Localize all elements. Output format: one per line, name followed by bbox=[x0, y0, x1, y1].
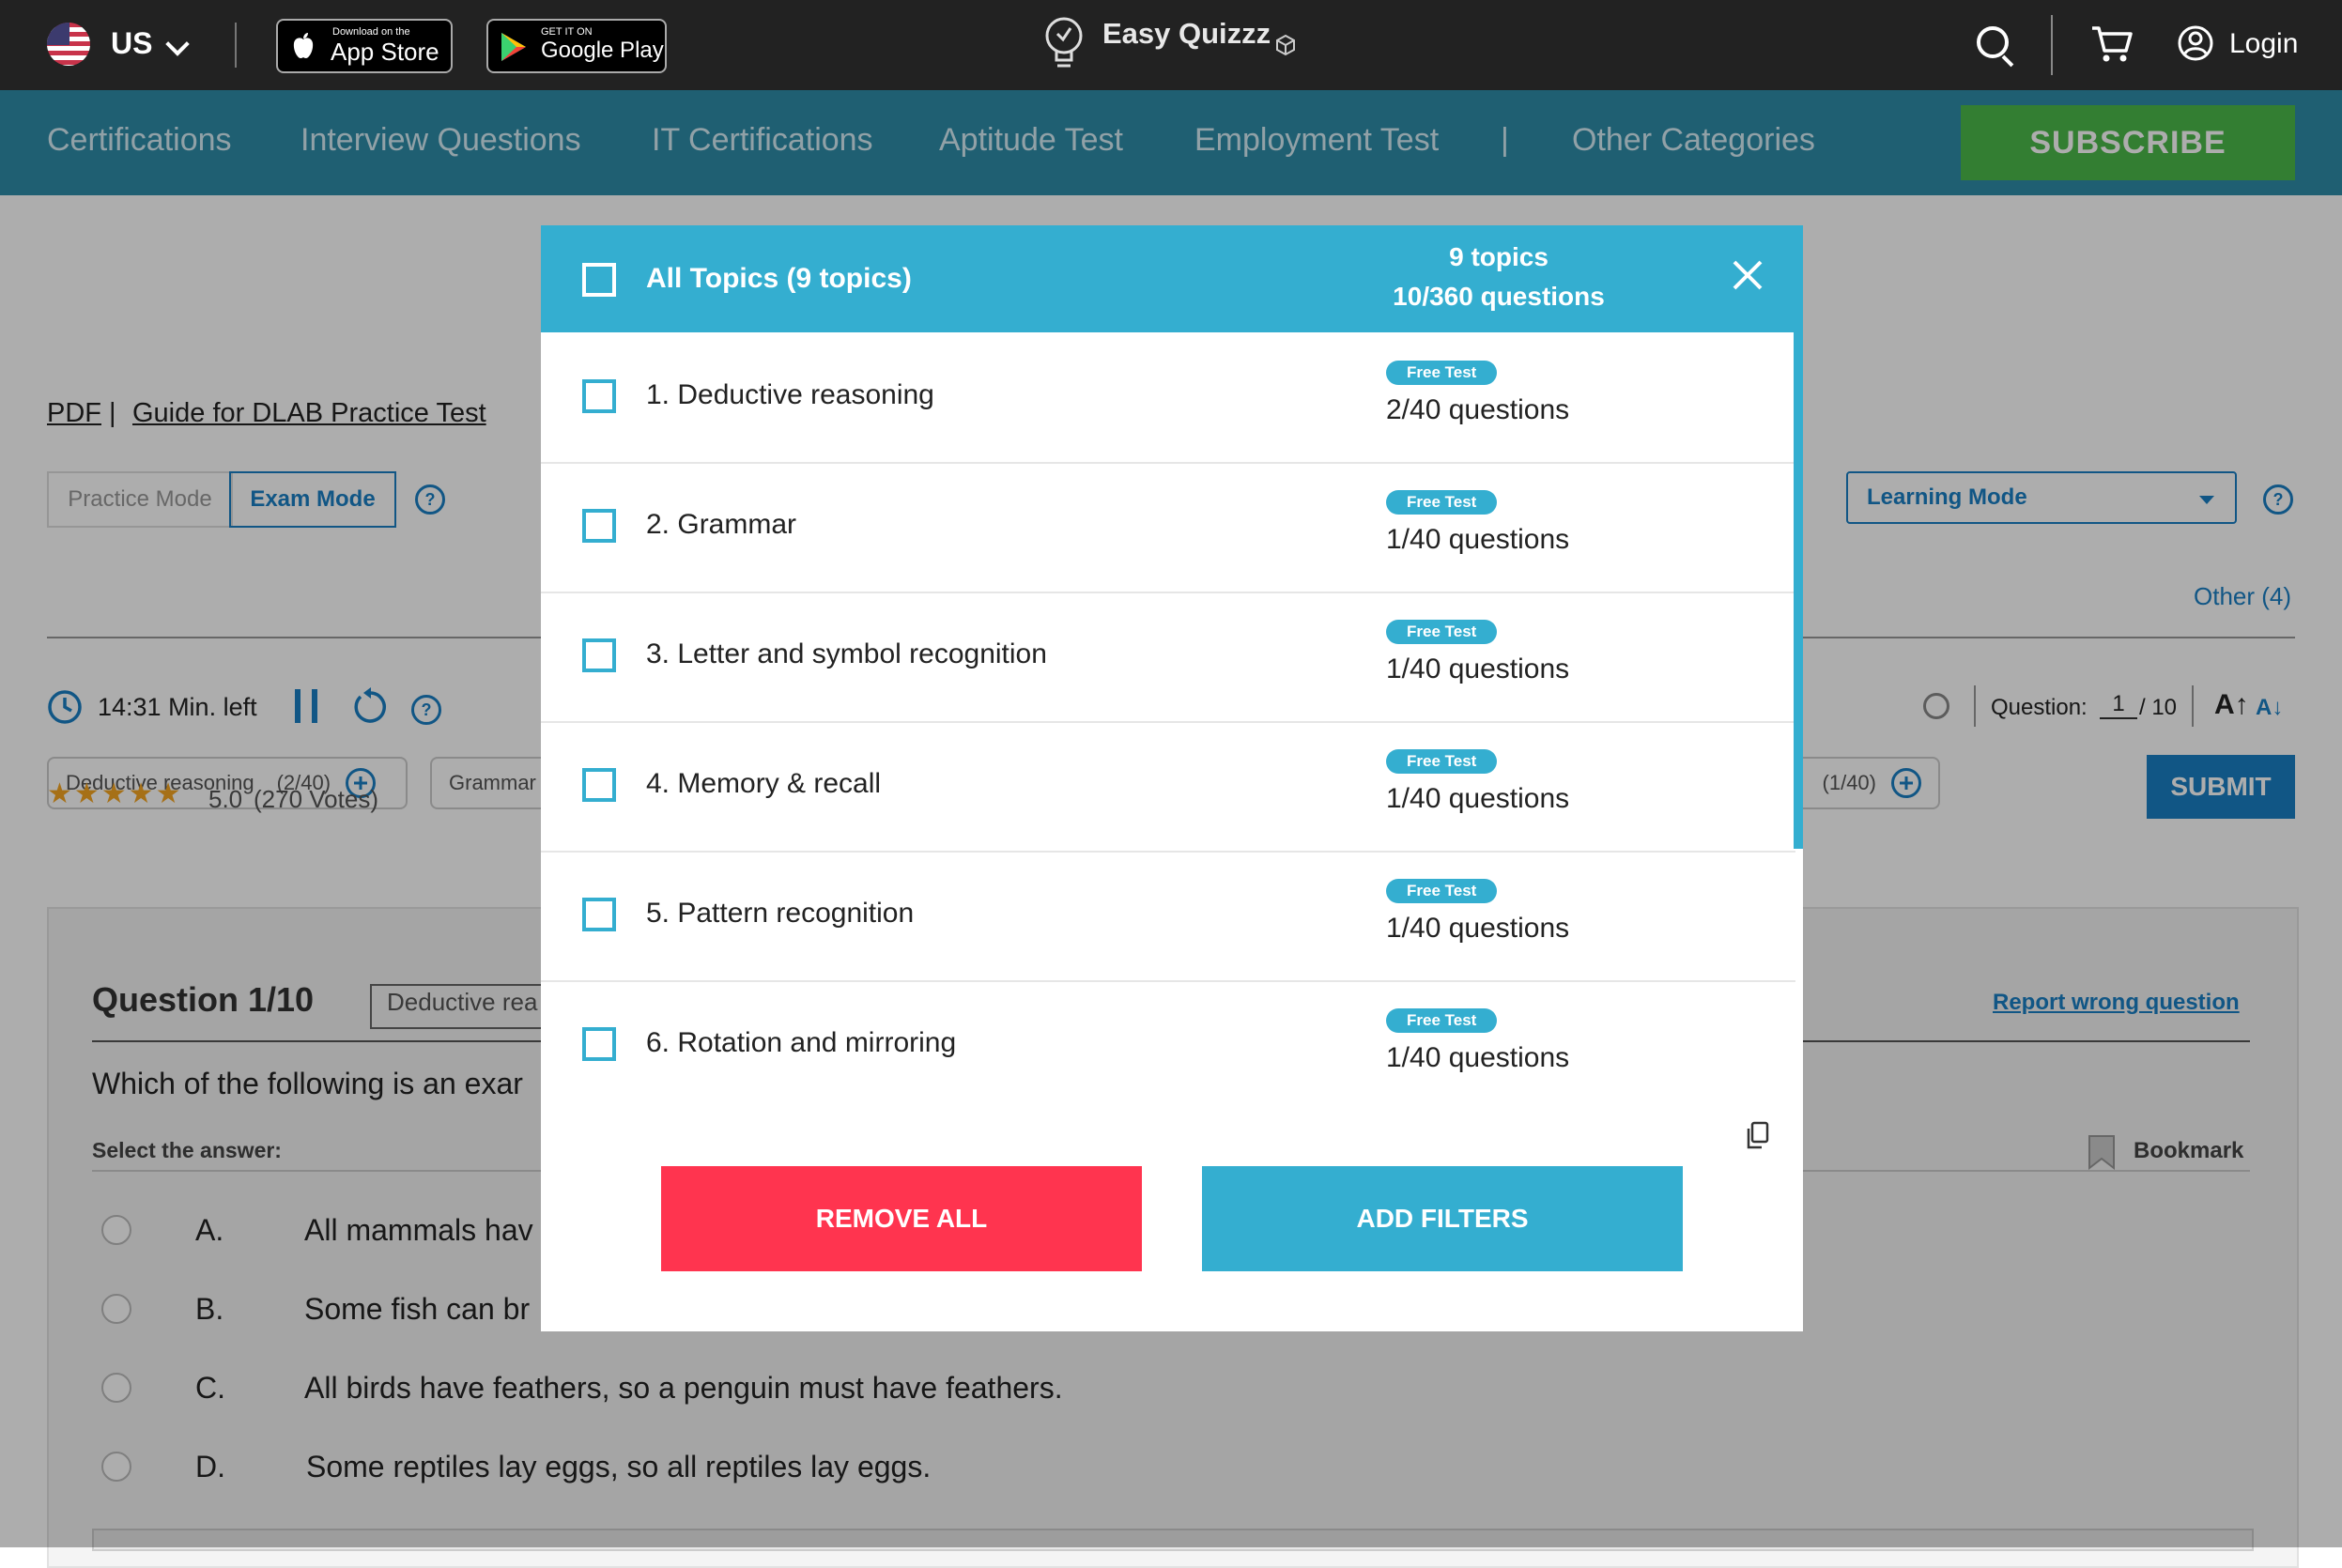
apple-icon bbox=[293, 33, 314, 58]
topic-label: 1. Deductive reasoning bbox=[646, 379, 934, 410]
google-play-label: Google Play bbox=[541, 38, 664, 63]
topic-checkbox[interactable] bbox=[582, 768, 616, 802]
topic-label: 6. Rotation and mirroring bbox=[646, 1027, 957, 1058]
free-test-badge: Free Test bbox=[1386, 490, 1498, 515]
close-icon[interactable] bbox=[1732, 259, 1764, 291]
free-test-badge: Free Test bbox=[1386, 361, 1498, 385]
free-test-badge: Free Test bbox=[1386, 879, 1498, 903]
topic-label: 5. Pattern recognition bbox=[646, 898, 915, 929]
login-link[interactable]: Login bbox=[2229, 28, 2298, 60]
topic-label: 3. Letter and symbol recognition bbox=[646, 638, 1047, 669]
topics-count: 9 topics bbox=[1449, 242, 1548, 271]
app-store-small-text: Download on the bbox=[332, 26, 410, 38]
topic-label: 4. Memory & recall bbox=[646, 768, 882, 799]
topic-questions: 1/40 questions bbox=[1386, 1042, 1570, 1073]
free-test-badge: Free Test bbox=[1386, 1008, 1498, 1033]
topic-questions: 1/40 questions bbox=[1386, 524, 1570, 555]
chevron-down-icon[interactable] bbox=[165, 32, 190, 56]
topic-questions: 1/40 questions bbox=[1386, 783, 1570, 814]
modal-header: All Topics (9 topics) 9 topics 10/360 qu… bbox=[541, 225, 1803, 332]
topics-filter-modal: All Topics (9 topics) 9 topics 10/360 qu… bbox=[541, 225, 1803, 1331]
app-store-badge[interactable]: Download on the App Store bbox=[276, 19, 453, 73]
us-flag-icon[interactable] bbox=[47, 23, 90, 66]
user-icon[interactable] bbox=[2177, 24, 2214, 62]
free-test-badge: Free Test bbox=[1386, 620, 1498, 644]
app-store-label: App Store bbox=[331, 38, 439, 66]
questions-count: 10/360 questions bbox=[1393, 282, 1605, 311]
lightbulb-logo-icon bbox=[1045, 17, 1083, 68]
topic-label: 2. Grammar bbox=[646, 509, 797, 540]
topic-row[interactable]: 2. Grammar Free Test 1/40 questions bbox=[541, 462, 1795, 593]
cart-icon[interactable] bbox=[2090, 24, 2134, 64]
topic-checkbox[interactable] bbox=[582, 1027, 616, 1061]
topic-row[interactable]: 1. Deductive reasoning Free Test 2/40 qu… bbox=[541, 332, 1795, 464]
modal-scrollbar[interactable] bbox=[1794, 332, 1803, 849]
search-icon[interactable] bbox=[1977, 26, 2009, 58]
free-test-badge: Free Test bbox=[1386, 749, 1498, 774]
all-topics-label: All Topics (9 topics) bbox=[646, 263, 912, 294]
add-filters-button[interactable]: ADD FILTERS bbox=[1202, 1166, 1683, 1271]
remove-all-button[interactable]: REMOVE ALL bbox=[661, 1166, 1142, 1271]
topic-checkbox[interactable] bbox=[582, 638, 616, 672]
top-bar: US Download on the App Store GET IT ON G… bbox=[0, 0, 2342, 90]
country-selector[interactable]: US bbox=[111, 26, 152, 61]
topic-row[interactable]: 4. Memory & recall Free Test 1/40 questi… bbox=[541, 721, 1795, 853]
topic-questions: 1/40 questions bbox=[1386, 653, 1570, 684]
google-play-badge[interactable]: GET IT ON Google Play bbox=[486, 19, 667, 73]
topic-questions: 2/40 questions bbox=[1386, 394, 1570, 425]
select-all-checkbox[interactable] bbox=[582, 263, 616, 297]
topic-checkbox[interactable] bbox=[582, 898, 616, 931]
brand-name[interactable]: Easy Quizzz bbox=[1102, 17, 1271, 51]
google-play-icon bbox=[501, 33, 526, 61]
copy-icon[interactable] bbox=[1745, 1121, 1771, 1151]
divider bbox=[2051, 15, 2053, 75]
google-play-small-text: GET IT ON bbox=[541, 26, 593, 38]
topic-row[interactable]: 3. Letter and symbol recognition Free Te… bbox=[541, 592, 1795, 723]
cube-icon bbox=[1276, 34, 1295, 56]
topic-row[interactable]: 6. Rotation and mirroring Free Test 1/40… bbox=[541, 980, 1795, 1110]
topic-checkbox[interactable] bbox=[582, 509, 616, 543]
topic-checkbox[interactable] bbox=[582, 379, 616, 413]
topic-row[interactable]: 5. Pattern recognition Free Test 1/40 qu… bbox=[541, 851, 1795, 982]
topic-questions: 1/40 questions bbox=[1386, 913, 1570, 944]
divider bbox=[235, 23, 237, 68]
